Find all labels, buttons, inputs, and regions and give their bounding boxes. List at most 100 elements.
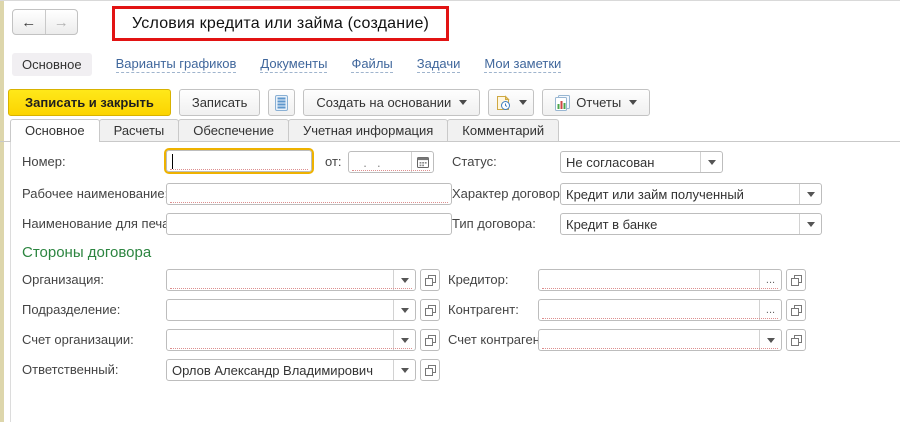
tab-pane-border bbox=[10, 141, 11, 422]
counterparty-field-wrap: ... bbox=[538, 299, 782, 321]
creditor-label: Кредитор: bbox=[448, 272, 509, 287]
contract-nature-field-wrap bbox=[560, 183, 822, 205]
nav-item-files[interactable]: Файлы bbox=[351, 56, 393, 73]
register-records-icon bbox=[275, 94, 289, 111]
create-based-on-button[interactable]: Создать на основании bbox=[303, 89, 481, 116]
org-account-dropdown-button[interactable] bbox=[393, 330, 415, 350]
parties-section-title: Стороны договора bbox=[22, 244, 152, 261]
forward-arrow-icon: → bbox=[53, 13, 69, 31]
working-name-field-wrap bbox=[166, 183, 452, 205]
ellipsis-icon: ... bbox=[765, 304, 776, 316]
organization-label: Организация: bbox=[22, 272, 105, 287]
forward-button[interactable]: → bbox=[46, 10, 78, 34]
print-name-field-wrap bbox=[166, 213, 452, 235]
left-edge-strip bbox=[0, 1, 4, 422]
contract-type-field-wrap bbox=[560, 213, 822, 235]
tab-comment[interactable]: Комментарий bbox=[447, 119, 560, 141]
open-form-icon bbox=[790, 334, 802, 346]
reports-label: Отчеты bbox=[576, 95, 622, 110]
tab-collateral[interactable]: Обеспечение bbox=[178, 119, 289, 141]
working-name-input[interactable] bbox=[167, 184, 451, 204]
organization-open-button[interactable] bbox=[420, 269, 440, 291]
tab-accounting-info[interactable]: Учетная информация bbox=[287, 119, 449, 141]
open-form-icon bbox=[424, 364, 436, 376]
status-combo-input[interactable] bbox=[561, 152, 700, 172]
counterparty-open-button[interactable] bbox=[786, 299, 806, 321]
status-label: Статус: bbox=[452, 154, 497, 169]
toolbar: Записать и закрыть Записать Создать на о… bbox=[8, 89, 651, 116]
tab-main[interactable]: Основное bbox=[10, 119, 100, 142]
responsible-combo-input[interactable] bbox=[167, 360, 393, 380]
window-credit-terms-form: ← → Условия кредита или займа (создание)… bbox=[0, 0, 900, 422]
open-form-icon bbox=[790, 304, 802, 316]
organization-combo-input[interactable] bbox=[167, 270, 393, 290]
contract-nature-label: Характер договора: bbox=[452, 186, 571, 201]
org-account-combo-input[interactable] bbox=[167, 330, 393, 350]
org-account-open-button[interactable] bbox=[420, 329, 440, 351]
department-open-button[interactable] bbox=[420, 299, 440, 321]
calendar-icon bbox=[416, 156, 429, 168]
organization-field-wrap bbox=[166, 269, 416, 291]
reminder-button[interactable] bbox=[488, 89, 535, 116]
status-dropdown-button[interactable] bbox=[700, 152, 722, 172]
date-input[interactable] bbox=[349, 152, 411, 172]
working-name-label: Рабочее наименование: bbox=[22, 186, 169, 201]
chevron-down-icon bbox=[459, 100, 468, 105]
calendar-picker-button[interactable] bbox=[411, 152, 433, 172]
counterparty-input[interactable] bbox=[539, 300, 759, 320]
counterparty-account-open-button[interactable] bbox=[786, 329, 806, 351]
nav-item-my-notes[interactable]: Мои заметки bbox=[484, 56, 562, 73]
responsible-open-button[interactable] bbox=[420, 359, 440, 381]
department-combo-input[interactable] bbox=[167, 300, 393, 320]
open-form-icon bbox=[424, 274, 436, 286]
dropdown-arrow-icon bbox=[806, 221, 815, 227]
chevron-down-icon bbox=[519, 100, 528, 105]
reports-button[interactable]: Отчеты bbox=[542, 89, 651, 116]
counterparty-account-dropdown-button[interactable] bbox=[759, 330, 781, 350]
number-input[interactable] bbox=[167, 151, 311, 171]
creditor-open-button[interactable] bbox=[786, 269, 806, 291]
counterparty-account-combo-input[interactable] bbox=[539, 330, 759, 350]
print-name-input[interactable] bbox=[167, 214, 451, 234]
counterparty-account-field-wrap bbox=[538, 329, 782, 351]
department-dropdown-button[interactable] bbox=[393, 300, 415, 320]
dropdown-arrow-icon bbox=[806, 191, 815, 197]
report-chart-icon bbox=[555, 94, 571, 111]
org-account-field-wrap bbox=[166, 329, 416, 351]
dropdown-arrow-icon bbox=[400, 367, 409, 373]
contract-nature-dropdown-button[interactable] bbox=[799, 184, 821, 204]
show-register-records-button[interactable] bbox=[268, 89, 296, 116]
contract-type-label: Тип договора: bbox=[452, 216, 536, 231]
open-form-icon bbox=[424, 304, 436, 316]
back-arrow-icon: ← bbox=[21, 13, 37, 31]
nav-item-schedule-variants[interactable]: Варианты графиков bbox=[115, 56, 237, 73]
page-title: Условия кредита или займа (создание) bbox=[132, 14, 430, 32]
save-label: Записать bbox=[191, 95, 248, 110]
tab-calculations[interactable]: Расчеты bbox=[98, 119, 180, 141]
save-button[interactable]: Записать bbox=[178, 89, 261, 116]
number-field-wrap bbox=[164, 148, 314, 174]
create-based-on-label: Создать на основании bbox=[316, 95, 452, 110]
contract-type-dropdown-button[interactable] bbox=[799, 214, 821, 234]
text-caret bbox=[172, 154, 173, 169]
responsible-dropdown-button[interactable] bbox=[393, 360, 415, 380]
dropdown-arrow-icon bbox=[400, 307, 409, 313]
dropdown-arrow-icon bbox=[707, 159, 716, 165]
contract-type-combo-input[interactable] bbox=[561, 214, 799, 234]
creditor-choose-button[interactable]: ... bbox=[759, 270, 781, 290]
contract-nature-combo-input[interactable] bbox=[561, 184, 799, 204]
nav-item-tasks[interactable]: Задачи bbox=[416, 56, 461, 73]
back-button[interactable]: ← bbox=[13, 10, 46, 34]
org-account-label: Счет организации: bbox=[22, 332, 134, 347]
creditor-input[interactable] bbox=[539, 270, 759, 290]
organization-dropdown-button[interactable] bbox=[393, 270, 415, 290]
counterparty-choose-button[interactable]: ... bbox=[759, 300, 781, 320]
responsible-field-wrap bbox=[166, 359, 416, 381]
print-name-label: Наименование для печати: bbox=[22, 216, 186, 231]
dropdown-arrow-icon bbox=[400, 277, 409, 283]
open-form-icon bbox=[790, 274, 802, 286]
nav-item-documents[interactable]: Документы bbox=[260, 56, 328, 73]
nav-item-main[interactable]: Основное bbox=[12, 53, 92, 76]
save-and-close-button[interactable]: Записать и закрыть bbox=[8, 89, 171, 116]
tab-strip: Основное Расчеты Обеспечение Учетная инф… bbox=[0, 119, 900, 142]
